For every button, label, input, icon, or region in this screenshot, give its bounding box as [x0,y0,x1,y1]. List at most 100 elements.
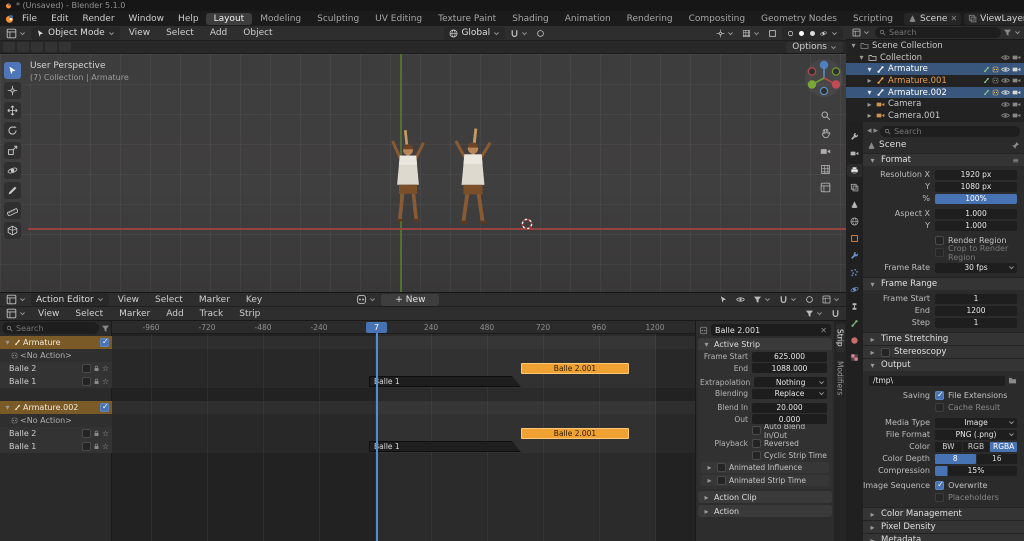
channel-search-input[interactable] [16,323,95,333]
expand-icon[interactable]: ▾ [865,65,874,74]
animated-strip-time-checkbox[interactable] [717,476,726,485]
animated-influence-header[interactable]: ▸ Animated Influence [701,462,829,473]
nla-strip-balle2-001-selected[interactable]: Balle 2.001 [521,363,629,374]
outliner-row-scene-collection[interactable]: ▾ Scene Collection [846,40,1024,52]
media-type-dropdown[interactable]: Image [935,417,1017,428]
render-camera-icon[interactable] [1012,76,1021,85]
blender-logo[interactable] [4,13,15,24]
solo-star-icon[interactable]: ☆ [102,429,109,438]
workspace-tab-scripting[interactable]: Scripting [845,13,901,25]
snap-toggle[interactable] [776,293,800,306]
active-strip-panel-header[interactable]: ▾ Active Strip [698,338,832,350]
metadata-panel-header[interactable]: ▸ Metadata [863,533,1024,541]
nla-menu-select[interactable]: Select [68,309,110,319]
expand-icon[interactable]: ▾ [865,88,874,97]
tool-option-icon[interactable] [3,42,15,52]
lock-icon[interactable] [93,430,100,437]
tool-option-icon[interactable] [45,42,57,52]
animated-strip-time-header[interactable]: ▸ Animated Strip Time [701,475,829,486]
crop-render-region-checkbox[interactable] [935,248,944,257]
scene-selector[interactable]: Scene ✕ [904,12,962,25]
tab-tool[interactable] [847,130,862,143]
tool-option-icon[interactable] [59,42,71,52]
dopesheet-menu-key[interactable]: Key [239,295,269,305]
track-mute-checkbox[interactable] [81,442,91,451]
nla-track-balle2[interactable]: Balle 2 ☆ [0,362,112,375]
eye-icon[interactable] [1001,111,1010,120]
blending-dropdown[interactable]: Replace [752,388,827,399]
auto-blend-checkbox[interactable] [752,426,761,435]
outliner-search-input[interactable] [889,28,997,37]
workspace-tab-compositing[interactable]: Compositing [681,13,753,25]
output-path-field[interactable]: /tmp\ [869,375,1005,386]
workspace-tab-sculpting[interactable]: Sculpting [309,13,367,25]
track-mute-checkbox[interactable] [81,429,91,438]
folder-icon[interactable] [1008,376,1017,385]
format-panel-header[interactable]: ▾ Format ≡ [863,153,1024,166]
pixel-density-panel-header[interactable]: ▸ Pixel Density [863,520,1024,533]
eye-icon[interactable] [1001,53,1010,62]
color-management-panel-header[interactable]: ▸ Color Management [863,507,1024,520]
viewport-menu-select[interactable]: Select [159,28,201,38]
outliner-row-armature-001[interactable]: ▸ Armature.001 [846,75,1024,87]
workspace-tab-layout[interactable]: Layout [205,12,253,25]
solo-star-icon[interactable]: ☆ [102,377,109,386]
workspace-tab-modeling[interactable]: Modeling [252,13,309,25]
gizmos-dropdown[interactable] [713,27,737,40]
tool-measure[interactable] [4,202,21,219]
channel-search-field[interactable] [2,322,99,334]
frame-range-panel-header[interactable]: ▾ Frame Range [863,277,1024,290]
frame-end-field[interactable]: 1088.000 [752,363,827,373]
frame-rate-dropdown[interactable]: 30 fps [935,262,1017,273]
frame-step-field[interactable]: 1 [935,317,1017,328]
tab-modifiers[interactable] [847,249,862,262]
eye-icon[interactable] [1001,100,1010,109]
eye-icon[interactable] [1001,65,1010,74]
nla-snap-toggle[interactable] [828,307,843,320]
stereoscopy-panel-header[interactable]: ▸ Stereoscopy [863,345,1024,358]
tool-option-icon[interactable] [31,42,43,52]
solo-star-icon[interactable]: ☆ [102,364,109,373]
reversed-checkbox[interactable] [752,439,761,448]
nla-menu-track[interactable]: Track [193,309,231,319]
outliner-row-armature[interactable]: ▾ Armature [846,63,1024,76]
show-hidden-toggle[interactable] [733,293,748,306]
nla-track-balle2[interactable]: Balle 2 ☆ [0,427,112,440]
nla-track-balle1[interactable]: Balle 1 ☆ [0,440,112,453]
animated-influence-checkbox[interactable] [717,463,726,472]
blend-out-field[interactable]: 0.000 [752,414,827,424]
color-rgba-option[interactable]: RGBA [990,441,1018,452]
tab-material[interactable] [847,334,862,347]
frame-start-field[interactable]: 625.000 [752,351,827,362]
editor-type-button[interactable] [849,26,873,39]
playhead-line[interactable] [376,333,378,541]
nla-group-armature-002[interactable]: ▾ Armature.002 [0,401,112,414]
navigation-gizmo[interactable] [804,58,844,98]
tool-transform[interactable] [4,162,21,179]
extrapolation-dropdown[interactable]: Nothing [754,377,827,387]
shading-mode-switch[interactable] [782,26,844,40]
tab-constraints[interactable] [847,300,862,313]
nla-track-no-action[interactable]: <No Action> [0,349,112,362]
file-format-dropdown[interactable]: PNG (.png) [935,429,1017,440]
tab-strip[interactable]: Strip [835,324,845,352]
strip-name-field[interactable]: Balle 2.001 ✕ [711,324,831,336]
menu-file[interactable]: File [15,14,44,24]
expand-icon[interactable]: ▾ [3,403,12,412]
resolution-y-field[interactable]: 1080 px [935,181,1017,192]
tab-object[interactable] [847,232,862,245]
viewlayer-selector[interactable]: ViewLayer ✕ [964,12,1024,25]
workspace-tab-geometry-nodes[interactable]: Geometry Nodes [753,13,845,25]
viewport-menu-view[interactable]: View [122,28,157,38]
viewport-menu-add[interactable]: Add [203,28,234,38]
tool-option-icon[interactable] [17,42,29,52]
output-panel-header[interactable]: ▾ Output [863,358,1024,371]
snap-toggle[interactable] [507,27,531,40]
render-camera-icon[interactable] [1012,111,1021,120]
filter-dropdown[interactable] [750,293,774,306]
compression-slider[interactable]: 15% [935,465,1017,476]
track-mute-checkbox[interactable] [81,377,91,386]
overwrite-checkbox[interactable] [935,480,945,490]
tool-annotate[interactable] [4,182,21,199]
workspace-tab-texture-paint[interactable]: Texture Paint [430,13,504,25]
